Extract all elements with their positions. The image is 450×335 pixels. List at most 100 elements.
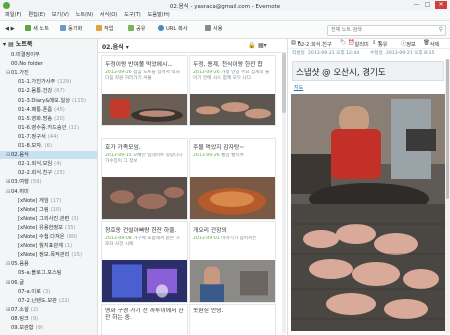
sidebar-item[interactable]: [xNote] 정보.목적관리 (15) [0, 251, 97, 259]
sidebar-item[interactable]: 08.링크 (9) [0, 315, 97, 323]
note-title-field[interactable]: 스냅샷 @ 오산시, 경기도 [292, 61, 444, 81]
sidebar-item[interactable]: 02-2.회식.친구 (25) [0, 169, 97, 177]
note-card[interactable]: 영화 구경 가기 전 까투이에서 한잔 하는 중. [101, 304, 188, 335]
menu-file[interactable]: 파일(F) [5, 11, 22, 20]
menu-edit[interactable]: 편집(E) [28, 11, 45, 20]
sidebar-item-count: (9) [30, 315, 39, 322]
note-card-snippet-text: 빨강 빨시켜 [221, 153, 244, 158]
back-button[interactable]: ◀ ▶ [5, 25, 15, 34]
sidebar-item[interactable]: 02-1.회식.모임 (4) [0, 160, 97, 168]
sidebar-item-count: (20) [54, 115, 65, 122]
note-scrollbar-thumb[interactable] [446, 59, 449, 199]
note-card-snippet: 2013-09-26 점심 노트를 잡아서 먹자 다음 자원 하러가기 서울 [105, 70, 184, 82]
sidebar-item[interactable]: 01-8.보자. (6) [0, 142, 97, 150]
sidebar-item[interactable]: 01-3.Diary&메모.일상 (115) [0, 97, 97, 105]
note-card-snippet: 2013-09-15 오빠한 업데이트 정합니다 가수장이 그 정보 [105, 153, 184, 165]
search-box[interactable]: ⚲ [327, 25, 446, 36]
sidebar-item-label: [xNote] 수첩.다져온 [18, 234, 65, 240]
work-button[interactable]: 작업 [96, 25, 114, 34]
share-button[interactable]: 공유 [128, 25, 146, 34]
sidebar-item[interactable]: [xNote] 월지표관계 (1) [0, 242, 97, 250]
maximize-button[interactable]: □ [423, 1, 432, 9]
work-icon [96, 25, 102, 31]
sidebar-item-label: [xNote] 게임 [18, 197, 49, 204]
sidebar-item[interactable]: ⊞06.글 [0, 279, 97, 287]
sidebar-item[interactable]: ⊟04.취미 [0, 188, 97, 196]
note-card-thumbnail [190, 260, 275, 302]
search-input[interactable] [331, 26, 431, 34]
url-copy-button[interactable]: URL 복사 [158, 25, 188, 34]
sidebar-item-count: (67) [54, 88, 65, 95]
share-note-button[interactable]: ⇪ 공유 ▾ [372, 40, 388, 48]
note-card[interactable]: 두정이랑 반여쫄 먹었에시... 2013-09-26 점심 노트를 잡아서 먹자… [101, 55, 188, 126]
sidebar-item[interactable]: [xNote] 그림 (10) [0, 206, 97, 214]
sidebar-item[interactable]: 00.No folder [0, 60, 97, 68]
sidebar-item-label: 07.소설 [11, 306, 29, 313]
sidebar-item[interactable]: [xNote] 그외사진.관련 (3) [0, 215, 97, 223]
sidebar-item[interactable]: 0.미결정이무 [0, 51, 97, 59]
note-card-thumbnail [190, 177, 275, 219]
sidebar-item[interactable]: 01-2.몸통.건강 (67) [0, 87, 97, 95]
delete-button[interactable]: 🗑 삭제 [423, 40, 439, 48]
sidebar-item-label: [xNote] 유용한정보 [18, 224, 63, 231]
sidebar-item-count: (4) [54, 161, 62, 168]
note-card-date: 2013-09-15 [105, 153, 132, 158]
menu-format[interactable]: 서식(O) [100, 11, 118, 20]
search-icon[interactable]: ⚲ [439, 26, 443, 33]
tag-icon[interactable]: 🏷 [340, 40, 347, 46]
note-card[interactable]: 옷환싣 안녕. [189, 304, 276, 335]
sidebar-item[interactable]: ⊟05.음용 [0, 260, 97, 268]
notebook-selector[interactable]: ▤ 02-2.회식.친구 ▾ [291, 40, 332, 48]
sidebar-item[interactable]: ⊟01.가진 [0, 69, 97, 77]
sidebar-item[interactable]: ⊞03.여행 (59) [0, 178, 97, 186]
sidebar-item[interactable]: 01-5.영화.방송 (20) [0, 115, 97, 123]
note-card[interactable]: 호가 가족모임. 2013-09-15 오빠한 업데이트 정합니다 가수장이 그 … [101, 138, 188, 220]
sidebar-item[interactable]: 01-1.가진가사주 (129) [0, 78, 97, 86]
sidebar-item[interactable]: 07-2.닌텐도.보관 (22) [0, 297, 97, 305]
menu-view[interactable]: 보기(V) [52, 11, 69, 20]
sidebar-item-count: (3) [71, 215, 79, 222]
info-button[interactable]: ⓘ 정보 [401, 40, 416, 48]
sidebar-item[interactable]: 01-7.정구서 (44) [0, 133, 97, 141]
sync-button[interactable]: 동기화 [60, 25, 82, 34]
sidebar-item[interactable]: 01-6.영수증.카드승인 (11) [0, 124, 97, 132]
sidebar-item[interactable]: [xNote] 수첩.다져온 (80) [0, 233, 97, 241]
sidebar-item[interactable]: ⊞07.소설 (2) [0, 306, 97, 314]
note-card[interactable]: 두정, 용계, 천식이랑 한잔 합 2013-09-26 가정 안녕 주요 집계의… [189, 55, 276, 126]
new-note-button[interactable]: 새 노트 [25, 25, 49, 34]
close-button[interactable]: ✕ [435, 1, 447, 9]
sidebar-item[interactable]: 07-a.이로 (3) [0, 288, 97, 296]
sidebar-item-label: 01-8.보자. [18, 143, 43, 149]
note-card[interactable]: 개오리 간장의 2013-09-01 이야기가 넘어서는 [189, 221, 276, 303]
note-card[interactable]: 주물 먹었지 감자탕~ 2013-09-26 빨강 빨시켜 [189, 138, 276, 220]
sidebar-item[interactable]: 01-4.패통.폰좀 (45) [0, 106, 97, 114]
scrollbar-thumb[interactable] [282, 53, 286, 113]
note-card-date: 2013-09-26 [193, 70, 220, 75]
minimize-button[interactable]: — [412, 1, 421, 9]
map-link[interactable]: 지도 [294, 84, 303, 91]
created-date: 2013-09-21 오후 12:44 [308, 51, 360, 56]
note-card[interactable]: 청호동 건설아빠랑 한잔 하줄. 2013-09-08 가구에 포함해서 같은 가… [101, 221, 188, 303]
lock-icon[interactable]: 🔒 [248, 42, 255, 49]
note-title: 스냅샷 @ 오산시, 경기도 [296, 68, 386, 78]
sidebar-item[interactable]: ⊟02.음식 [0, 151, 97, 160]
view-mode-icon[interactable]: ▦▾ [258, 42, 267, 49]
sidebar-item[interactable]: 05-a.블로그.포스팅 [0, 269, 97, 277]
sidebar-item-count: (25) [54, 170, 65, 177]
menu-tools[interactable]: 도구(T) [124, 11, 141, 20]
note-card-title: 호가 가족모임. [105, 145, 141, 151]
note-list-scrollbar[interactable] [282, 53, 286, 333]
sidebar-item[interactable]: 09.보관함 (9) [0, 324, 97, 332]
sidebar-item[interactable]: [xNote] 게임 (17) [0, 197, 97, 205]
sync-icon [60, 25, 66, 31]
menu-help[interactable]: 도움말(H) [147, 11, 169, 20]
current-notebook-name[interactable]: 02.음식 ▾ [102, 42, 129, 51]
window-title: 02.음식 - yasraca@gmail.com - Evernote [169, 4, 281, 10]
note-scrollbar[interactable] [445, 59, 450, 333]
use-button[interactable]: 사용 [205, 25, 223, 34]
sidebar-item-label: 08.링크 [11, 315, 29, 322]
reminder-button[interactable]: ⏰ 알리미 [348, 40, 369, 48]
menu-note[interactable]: 노트(N) [76, 11, 93, 20]
notebooks-header[interactable]: ▾ ▤ 노트북 [0, 41, 97, 49]
sidebar-item[interactable]: [xNote] 유용한정보 (35) [0, 224, 97, 232]
